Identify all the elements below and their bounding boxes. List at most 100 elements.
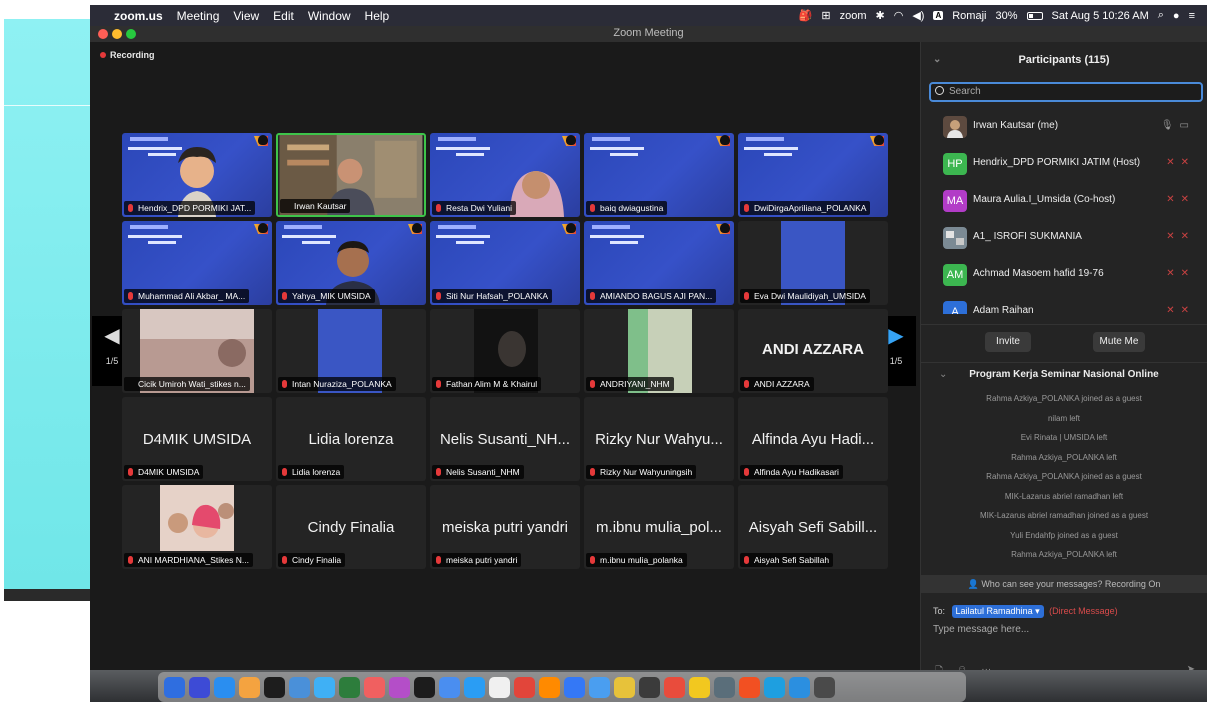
participant-row[interactable]: MA Maura Aulia.I_Umsida (Co-host) ✕✕ — [921, 182, 1207, 219]
video-tile[interactable]: Alfinda Ayu Hadi... Alfinda Ayu Hadikasa… — [738, 397, 888, 481]
video-tile[interactable]: Aisyah Sefi Sabill... Aisyah Sefi Sabill… — [738, 485, 888, 569]
dock-app-icon[interactable] — [289, 676, 310, 698]
video-tile[interactable]: ANI MARDHIANA_Stikes N... — [122, 485, 272, 569]
video-tile[interactable]: D4MIK UMSIDA D4MIK UMSIDA — [122, 397, 272, 481]
video-tile[interactable]: Siti Nur Hafsah_POLANKA — [430, 221, 580, 305]
video-tile[interactable]: Cindy Finalia Cindy Finalia — [276, 485, 426, 569]
dock-app-icon[interactable] — [514, 676, 535, 698]
menu-edit[interactable]: Edit — [273, 9, 294, 23]
dock-app-icon[interactable] — [564, 676, 585, 698]
participant-row[interactable]: A1_ ISROFI SUKMANIA ✕✕ — [921, 219, 1207, 256]
background-divider — [4, 105, 90, 106]
dock-app-icon[interactable] — [414, 676, 435, 698]
background-footer — [4, 589, 90, 601]
app-status-icon[interactable]: 🎒 — [799, 9, 813, 22]
video-tile[interactable]: ANDI AZZARA ANDI AZZARA — [738, 309, 888, 393]
invite-button[interactable]: Invite — [985, 332, 1031, 352]
video-tile[interactable]: Yahya_MIK UMSIDA — [276, 221, 426, 305]
muted-icons[interactable]: ✕✕ — [1166, 305, 1195, 314]
mute-me-button[interactable]: Mute Me — [1093, 332, 1145, 352]
muted-icons[interactable]: ✕✕ — [1166, 194, 1195, 205]
video-tile[interactable]: DwiDirgaApriliana_POLANKA — [738, 133, 888, 217]
dock-app-icon[interactable] — [664, 676, 685, 698]
dock-app-icon[interactable] — [264, 676, 285, 698]
recipient-dropdown[interactable]: Lailatul Ramadhina ▾ — [951, 605, 1044, 618]
video-tile[interactable]: Lidia lorenza Lidia lorenza — [276, 397, 426, 481]
dock-app-icon[interactable] — [539, 676, 560, 698]
mic-muted-icon — [282, 292, 287, 300]
video-tile[interactable]: Rizky Nur Wahyu... Rizky Nur Wahyuningsi… — [584, 397, 734, 481]
menu-help[interactable]: Help — [365, 9, 390, 23]
video-tile-active-speaker[interactable]: Irwan Kautsar — [276, 133, 426, 217]
app-menu[interactable]: zoom.us — [114, 9, 163, 23]
dock-app-icon[interactable] — [739, 676, 760, 698]
clock[interactable]: Sat Aug 5 10:26 AM — [1052, 10, 1149, 22]
video-tile[interactable]: ANDRIYANI_NHM — [584, 309, 734, 393]
menu-view[interactable]: View — [233, 9, 259, 23]
participant-row[interactable]: A Adam Raihan ✕✕ — [921, 293, 1207, 314]
spotlight-icon[interactable]: ⌕ — [1158, 9, 1164, 22]
dock-app-icon[interactable] — [214, 676, 235, 698]
input-source-label[interactable]: Romaji — [952, 10, 986, 22]
muted-icons[interactable]: ✕✕ — [1166, 231, 1195, 242]
grid-status-icon[interactable]: ⊞ — [821, 9, 830, 22]
chat-input[interactable]: Type message here... — [933, 624, 1029, 635]
video-tile[interactable]: Hendrix_DPD PORMIKI JAT... — [122, 133, 272, 217]
dock-app-icon[interactable] — [714, 676, 735, 698]
video-tile[interactable]: Eva Dwi Maulidiyah_UMSIDA — [738, 221, 888, 305]
siri-icon[interactable]: ● — [1173, 10, 1180, 22]
dock-app-icon[interactable] — [339, 676, 360, 698]
dock-app-icon[interactable] — [639, 676, 660, 698]
video-tile[interactable]: Intan Nuraziza_POLANKA — [276, 309, 426, 393]
mic-video-icons[interactable]: 🎙▭ — [1161, 120, 1195, 131]
video-tile[interactable]: baiq dwiagustina — [584, 133, 734, 217]
shield-icon — [258, 135, 268, 145]
dock-app-icon[interactable] — [239, 676, 260, 698]
video-tile[interactable]: AMIANDO BAGUS AJI PAN... — [584, 221, 734, 305]
video-tile[interactable]: meiska putri yandri meiska putri yandri — [430, 485, 580, 569]
muted-icons[interactable]: ✕✕ — [1166, 157, 1195, 168]
participant-name: baiq dwiagustina — [586, 201, 668, 215]
video-tile[interactable]: Nelis Susanti_NH... Nelis Susanti_NHM — [430, 397, 580, 481]
dock-app-icon[interactable] — [489, 676, 510, 698]
input-source-icon[interactable]: A — [933, 11, 944, 20]
battery-icon[interactable] — [1026, 11, 1043, 20]
battery-percent[interactable]: 30% — [995, 10, 1017, 22]
dock-app-icon[interactable] — [364, 676, 385, 698]
recording-indicator: Recording — [100, 50, 155, 60]
dock-app-icon[interactable] — [614, 676, 635, 698]
dock-app-icon[interactable] — [814, 676, 835, 698]
volume-icon[interactable]: ◀) — [912, 9, 924, 22]
participant-list: Irwan Kautsar (me) 🎙▭ HP Hendrix_DPD POR… — [921, 108, 1207, 314]
participant-row[interactable]: Irwan Kautsar (me) 🎙▭ — [921, 108, 1207, 145]
control-center-icon[interactable]: ≡ — [1189, 10, 1195, 22]
wifi-icon[interactable]: ◠ — [894, 9, 904, 22]
muted-icons[interactable]: ✕✕ — [1166, 268, 1195, 279]
menu-meeting[interactable]: Meeting — [177, 9, 220, 23]
chat-visibility-notice[interactable]: 👤 Who can see your messages? Recording O… — [921, 575, 1207, 593]
mic-muted-icon — [128, 292, 133, 300]
menu-window[interactable]: Window — [308, 9, 351, 23]
dock-app-icon[interactable] — [439, 676, 460, 698]
participant-row[interactable]: AM Achmad Masoem hafid 19-76 ✕✕ — [921, 256, 1207, 293]
chat-message: Rahma Azkiya_POLANKA left — [1011, 550, 1117, 559]
dock-app-icon[interactable] — [314, 676, 335, 698]
video-tile[interactable]: Cicik Umiroh Wati_stikes n... — [122, 309, 272, 393]
chevron-down-icon[interactable]: ⌄ — [933, 42, 941, 78]
video-tile[interactable]: Muhammad Ali Akbar_ MA... — [122, 221, 272, 305]
dock-app-icon[interactable] — [789, 676, 810, 698]
bluetooth-icon[interactable]: ✱ — [876, 9, 885, 22]
dock-app-icon[interactable] — [189, 676, 210, 698]
dock-app-icon[interactable] — [464, 676, 485, 698]
dock-app-icon[interactable] — [389, 676, 410, 698]
dock-app-icon[interactable] — [764, 676, 785, 698]
video-tile[interactable]: m.ibnu mulia_pol... m.ibnu mulia_polanka — [584, 485, 734, 569]
dock-app-icon[interactable] — [689, 676, 710, 698]
participant-row[interactable]: HP Hendrix_DPD PORMIKI JATIM (Host) ✕✕ — [921, 145, 1207, 182]
dock-app-icon[interactable] — [164, 676, 185, 698]
video-tile[interactable]: Resta Dwi Yuliani — [430, 133, 580, 217]
dock-app-icon[interactable] — [589, 676, 610, 698]
video-tile[interactable]: Fathan Alim M & Khairul — [430, 309, 580, 393]
participant-search-input[interactable]: Search — [929, 82, 1203, 102]
zoom-status[interactable]: zoom — [840, 10, 867, 22]
